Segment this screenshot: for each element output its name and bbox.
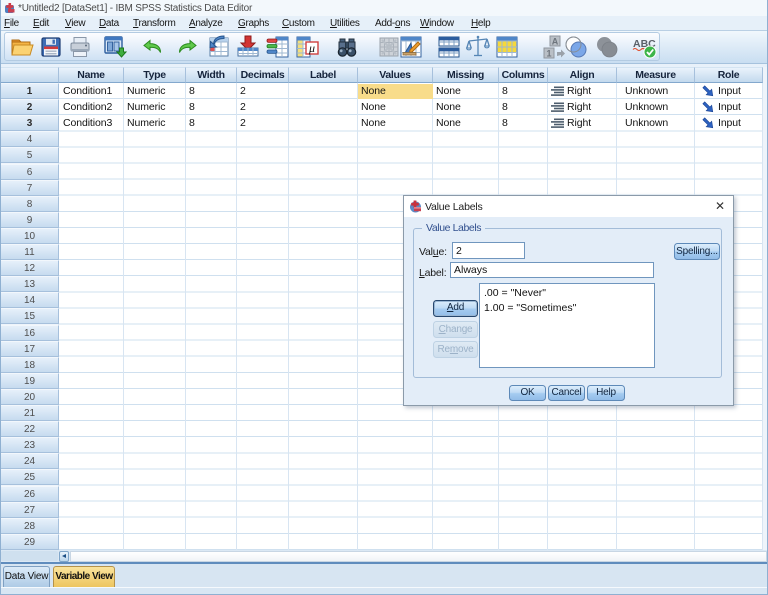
svg-text:A: A — [552, 37, 559, 47]
svg-text:1: 1 — [546, 49, 551, 59]
svg-text:μ: μ — [308, 41, 315, 55]
